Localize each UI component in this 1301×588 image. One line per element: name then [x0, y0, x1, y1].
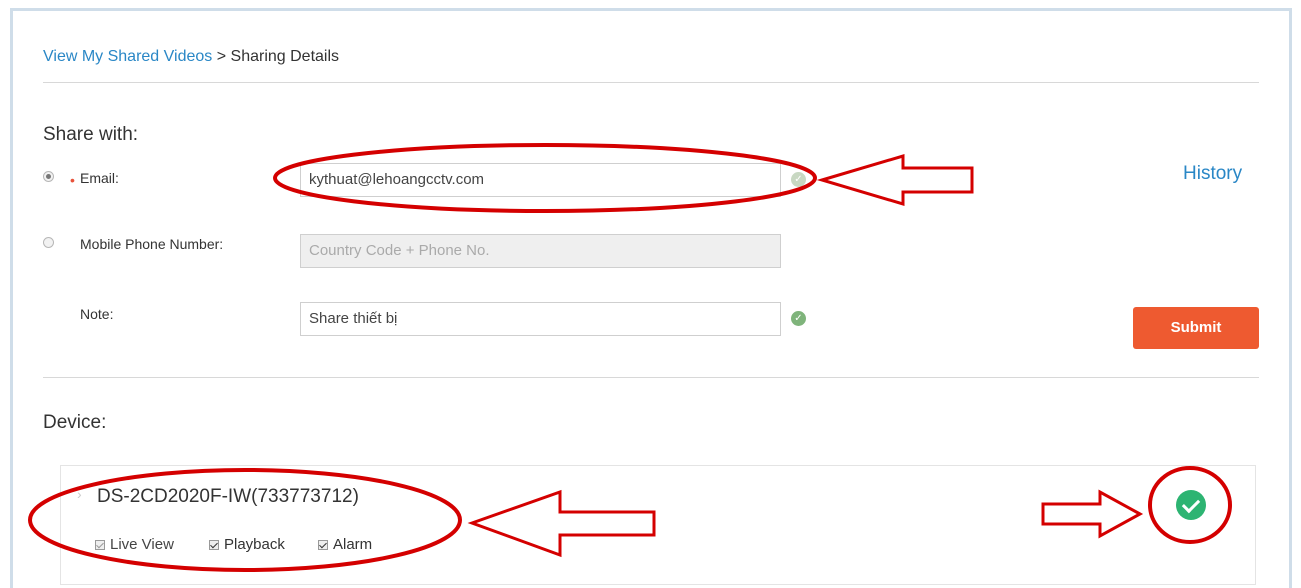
live-view-label: Live View	[110, 536, 174, 553]
note-value: Share thiết bị	[309, 310, 398, 327]
alarm-label: Alarm	[333, 536, 373, 553]
device-selected-check-icon[interactable]	[1176, 490, 1206, 520]
phone-radio[interactable]	[43, 237, 54, 248]
email-value: kythuat@lehoangcctv.com	[309, 171, 485, 188]
permission-alarm[interactable]: Alarm	[318, 536, 372, 553]
device-title: Device:	[43, 412, 107, 433]
phone-placeholder: Country Code + Phone No.	[309, 242, 490, 259]
note-field[interactable]: Share thiết bị	[300, 302, 781, 336]
alarm-checkbox[interactable]	[318, 539, 328, 550]
note-label: Note:	[80, 306, 114, 322]
breadcrumb-separator: >	[212, 48, 231, 65]
permission-playback[interactable]: Playback	[209, 536, 285, 553]
breadcrumb-current: Sharing Details	[230, 48, 340, 65]
divider-middle	[43, 377, 1259, 378]
breadcrumb: View My Shared Videos > Sharing Details	[43, 48, 339, 66]
live-view-checkbox[interactable]	[95, 539, 105, 550]
email-label: Email:	[80, 170, 119, 186]
history-link[interactable]: History	[1183, 163, 1242, 185]
expand-caret-icon[interactable]: ›	[77, 486, 82, 502]
required-marker: •	[70, 172, 75, 188]
note-valid-icon: ✓	[791, 311, 806, 326]
phone-field[interactable]: Country Code + Phone No.	[300, 234, 781, 268]
device-name: DS-2CD2020F-IW(733773712)	[97, 486, 359, 507]
breadcrumb-link-shared-videos[interactable]: View My Shared Videos	[43, 48, 212, 65]
device-panel	[60, 465, 1256, 585]
email-radio[interactable]	[43, 171, 54, 182]
playback-label: Playback	[224, 536, 285, 553]
playback-checkbox[interactable]	[209, 539, 219, 550]
email-valid-icon: ✓	[791, 172, 806, 187]
phone-label: Mobile Phone Number:	[80, 236, 224, 252]
email-field[interactable]: kythuat@lehoangcctv.com	[300, 163, 781, 197]
submit-button[interactable]: Submit	[1133, 307, 1259, 349]
share-with-title: Share with:	[43, 124, 139, 145]
permission-live-view[interactable]: Live View	[95, 536, 174, 553]
divider-top	[43, 82, 1259, 83]
